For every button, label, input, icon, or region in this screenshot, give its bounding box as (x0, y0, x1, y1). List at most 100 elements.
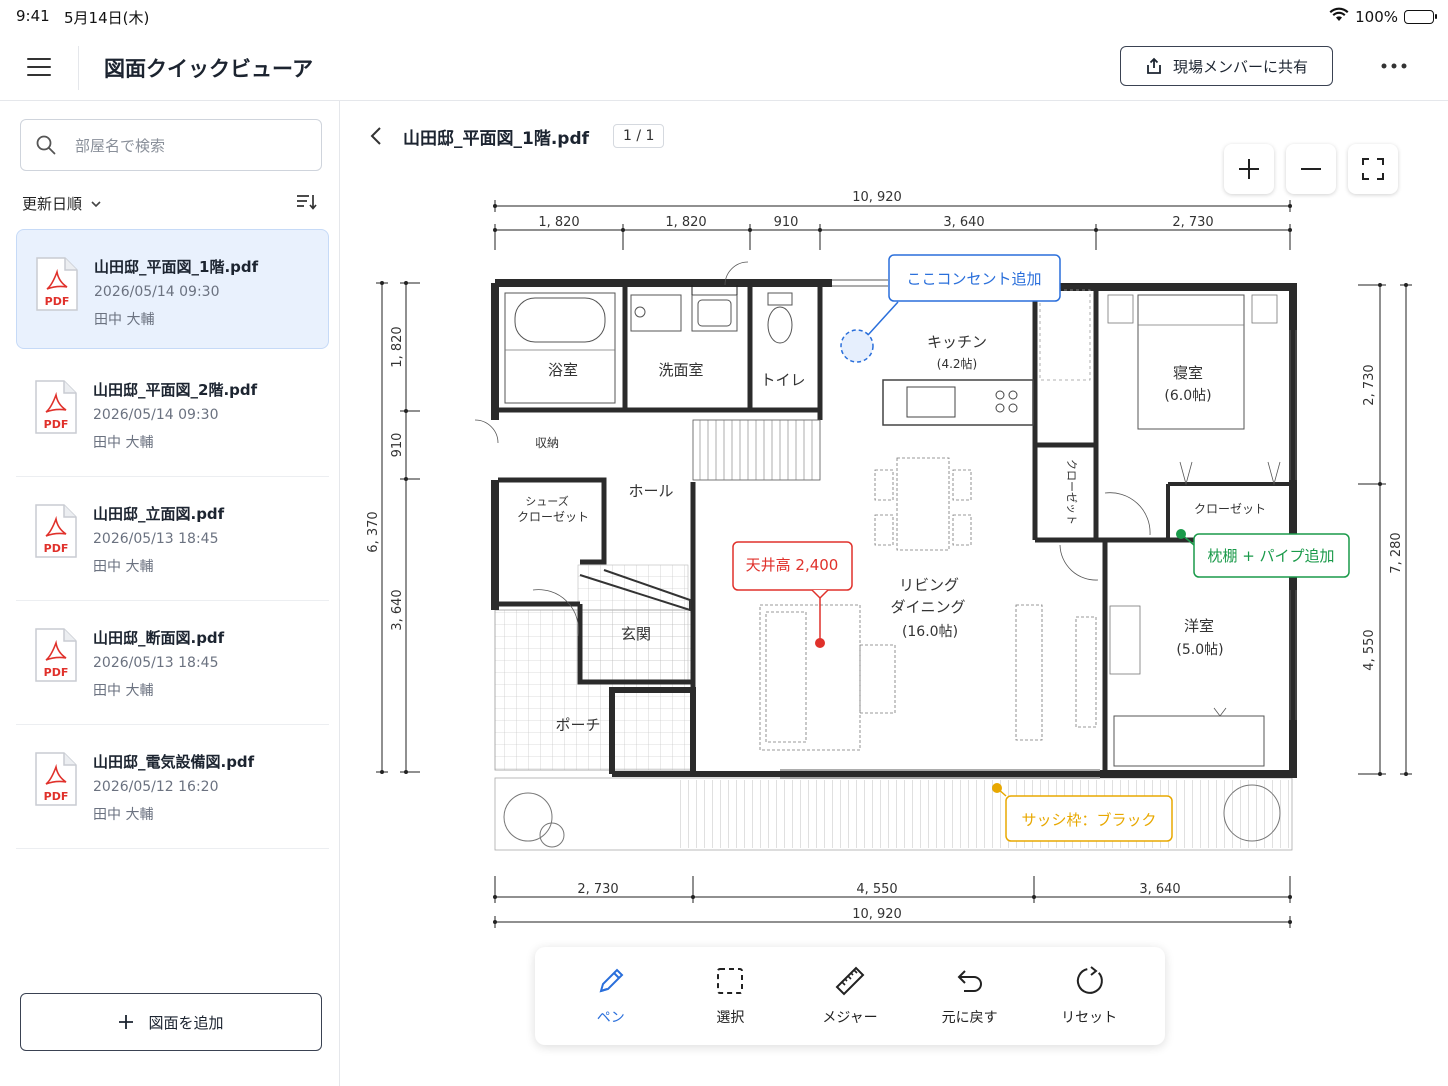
dimension-label: 10, 920 (852, 907, 902, 922)
document-header: 山田邸_平面図_1階.pdf 1 / 1 (365, 121, 665, 151)
status-bar: 9:41 5月14日(木) 100% (0, 0, 1448, 34)
file-item[interactable]: PDF 山田邸_断面図.pdf 2026/05/13 18:45 田中 大輔 (16, 601, 329, 725)
share-icon (1147, 57, 1161, 74)
ruler-icon (835, 966, 865, 996)
pen-icon (599, 968, 624, 993)
dimension-label: 10, 920 (852, 190, 902, 205)
file-name: 山田邸_立面図.pdf (93, 505, 225, 523)
share-label: 現場メンバーに共有 (1172, 57, 1308, 76)
app-bar: 図面クイックビューア 現場メンバーに共有 (0, 34, 1448, 101)
file-item[interactable]: PDF 山田邸_立面図.pdf 2026/05/13 18:45 田中 大輔 (16, 477, 329, 601)
room-label-porch: ポーチ (555, 716, 600, 734)
document-title: 山田邸_平面図_1階.pdf (403, 128, 590, 149)
file-date: 2026/05/14 09:30 (93, 407, 219, 423)
more-button[interactable] (1376, 52, 1412, 80)
sidebar: 更新日順 PDF 山田邸_平面図_1階.pdf 2026/05/14 09:30… (0, 101, 340, 1086)
room-label-closet-vertical: クローゼット (1065, 459, 1078, 525)
file-item[interactable]: PDF 山田邸_電気設備図.pdf 2026/05/12 16:20 田中 大輔 (16, 725, 329, 849)
room-label-toilet: トイレ (760, 371, 805, 389)
zoom-in-button[interactable] (1224, 144, 1274, 194)
room-label-entrance: 玄関 (621, 625, 651, 643)
sort-order-button[interactable] (296, 193, 318, 215)
zoom-out-button[interactable] (1286, 144, 1336, 194)
room-label-hall: ホール (628, 482, 673, 500)
file-user: 田中 大輔 (94, 312, 155, 328)
back-button[interactable] (365, 121, 387, 151)
file-date: 2026/05/13 18:45 (93, 655, 219, 671)
file-name: 山田邸_断面図.pdf (93, 629, 225, 647)
file-user: 田中 大輔 (93, 435, 154, 451)
dimension-label: 1, 820 (390, 326, 405, 367)
sort-dropdown[interactable]: 更新日順 (22, 193, 102, 214)
svg-text:PDF: PDF (45, 295, 70, 308)
room-label-living-size: (16.0帖) (902, 624, 958, 640)
svg-text:PDF: PDF (44, 418, 69, 431)
room-label-western: 洋室 (1184, 617, 1214, 635)
dimension-label: 1, 820 (665, 215, 706, 230)
battery-percent: 100% (1355, 7, 1398, 26)
room-label-western-size: (5.0帖) (1176, 642, 1223, 658)
minus-icon (1301, 168, 1321, 170)
search-icon (36, 135, 56, 155)
undo-tool[interactable]: 元に戻す (920, 965, 1020, 1027)
annotation-sash-label: サッシ枠：ブラック (1021, 811, 1156, 829)
select-tool[interactable]: 選択 (680, 965, 780, 1027)
measure-label: メジャー (822, 1010, 878, 1026)
zoom-controls (1224, 144, 1398, 194)
pen-label: ペン (596, 1010, 625, 1026)
room-label-living: リビング (899, 576, 959, 594)
app-title: 図面クイックビューア (104, 57, 314, 81)
plus-icon (1239, 159, 1259, 179)
file-date: 2026/05/14 09:30 (94, 284, 220, 300)
room-label-shoes: シューズ (525, 494, 568, 508)
search-box[interactable] (20, 119, 322, 171)
pen-tool[interactable]: ペン (561, 965, 661, 1027)
chevron-down-icon (91, 200, 101, 207)
reset-label: リセット (1061, 1010, 1118, 1026)
file-user: 田中 大輔 (93, 807, 154, 823)
pdf-file-icon: PDF (34, 627, 78, 683)
dimension-label: 3, 640 (1139, 882, 1180, 897)
dimension-label: 3, 640 (390, 589, 405, 630)
dimension-label: 4, 550 (1362, 629, 1377, 670)
pdf-file-icon: PDF (35, 256, 79, 312)
dimension-label: 2, 730 (1172, 215, 1213, 230)
search-input[interactable] (75, 134, 305, 158)
more-icon (1381, 63, 1407, 69)
annotation-outlet-label: ここコンセント追加 (906, 270, 1041, 288)
reset-tool[interactable]: リセット (1039, 965, 1139, 1027)
dimension-label: 1, 820 (538, 215, 579, 230)
svg-text:PDF: PDF (44, 666, 69, 679)
file-item[interactable]: PDF 山田邸_平面図_1階.pdf 2026/05/14 09:30 田中 大… (16, 229, 329, 349)
status-right: 100% (1329, 7, 1437, 26)
share-button[interactable]: 現場メンバーに共有 (1120, 46, 1333, 86)
file-name: 山田邸_平面図_2階.pdf (93, 381, 258, 399)
measure-tool[interactable]: メジャー (800, 965, 900, 1027)
menu-icon (27, 58, 51, 76)
dimension-label: 2, 730 (1362, 364, 1377, 405)
plus-icon (119, 1015, 134, 1029)
dimension-label: 2, 730 (577, 882, 618, 897)
file-item[interactable]: PDF 山田邸_平面図_2階.pdf 2026/05/14 09:30 田中 大… (16, 353, 329, 477)
svg-text:PDF: PDF (44, 790, 69, 803)
file-date: 2026/05/13 18:45 (93, 531, 219, 547)
floor-plan[interactable]: 10, 920 1, 820 1, 820 910 3, 640 2, 730 2, 730… (341, 101, 1448, 1086)
file-name: 山田邸_平面図_1階.pdf (94, 258, 259, 276)
dimension-label: 910 (390, 433, 405, 458)
menu-button[interactable] (22, 50, 56, 84)
annotation-shelf-label: 枕棚 + パイプ追加 (1207, 547, 1334, 565)
add-drawing-button[interactable]: 図面を追加 (20, 993, 322, 1051)
wifi-icon (1329, 7, 1349, 26)
add-drawing-label: 図面を追加 (148, 1013, 224, 1032)
select-label: 選択 (716, 1010, 745, 1026)
reset-icon (1077, 966, 1104, 994)
dimension-label: 910 (774, 215, 799, 230)
room-label-kitchen: キッチン (927, 333, 987, 351)
fullscreen-icon (1362, 158, 1384, 180)
fullscreen-button[interactable] (1348, 144, 1398, 194)
status-time: 9:41 (16, 7, 50, 25)
file-date: 2026/05/12 16:20 (93, 779, 219, 795)
drawing-viewer: 10, 920 1, 820 1, 820 910 3, 640 2, 730 2, 730… (341, 101, 1448, 1086)
undo-icon (957, 970, 982, 992)
file-user: 田中 大輔 (93, 683, 154, 699)
